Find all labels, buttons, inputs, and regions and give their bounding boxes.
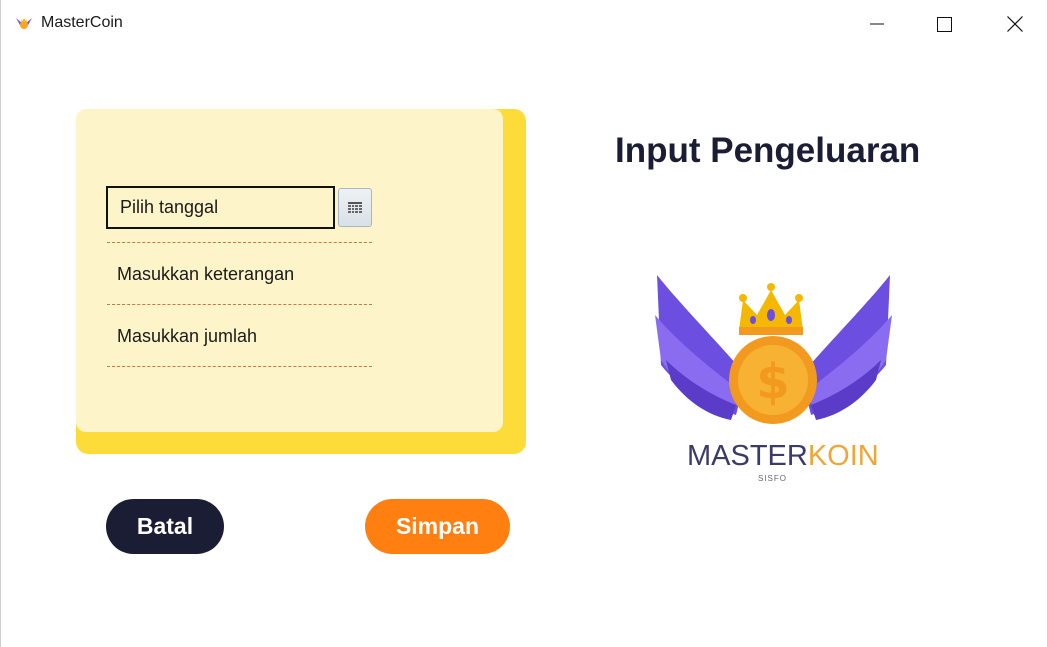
brand-name-part2: KOIN [807,440,879,472]
description-underline [107,304,372,305]
close-icon [1007,16,1023,32]
page-title: Input Pengeluaran [615,131,921,170]
window-title: MasterCoin [41,14,123,31]
minimize-icon [870,23,884,25]
calendar-icon [348,201,362,213]
maximize-icon [936,16,952,32]
minimize-button[interactable] [854,0,900,48]
brand-subtitle: SISFO [758,474,788,483]
description-field[interactable] [107,256,372,292]
date-input[interactable] [106,186,335,229]
maximize-button[interactable] [921,0,967,48]
amount-underline [107,366,372,367]
app-window: MasterCoin Pilih tanggal Masukkan ketera… [0,0,1048,647]
title-bar: MasterCoin [1,0,1047,48]
cancel-button[interactable]: Batal [106,499,224,554]
calendar-button[interactable] [338,188,372,227]
date-underline [107,242,372,243]
save-button[interactable]: Simpan [365,499,510,554]
brand-name-part1: MASTER [687,440,808,472]
amount-field[interactable] [107,318,372,354]
brand-name: MASTERKOIN [687,440,879,473]
app-logo-icon [16,18,32,29]
svg-text:$: $ [756,354,789,410]
close-button[interactable] [992,0,1038,48]
